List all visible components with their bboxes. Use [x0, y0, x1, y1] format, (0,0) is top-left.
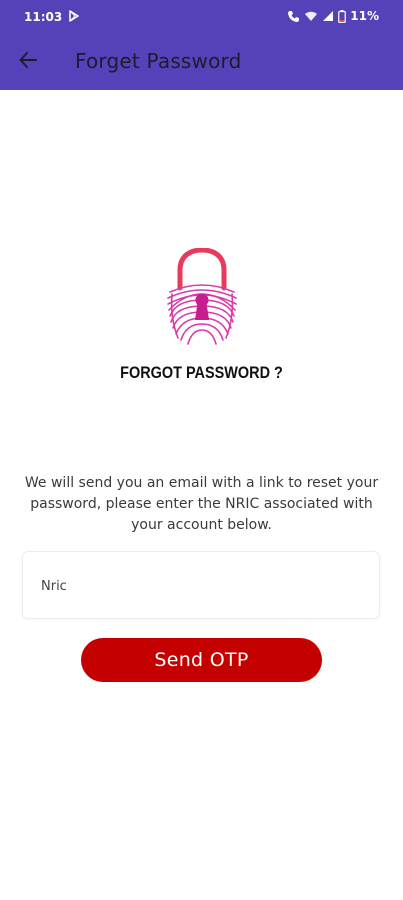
battery-percent: 11%	[350, 9, 379, 23]
back-button[interactable]	[14, 48, 42, 76]
nric-input[interactable]	[41, 574, 361, 598]
battery-icon	[338, 9, 347, 23]
send-otp-button[interactable]: Send OTP	[81, 638, 322, 682]
fingerprint-padlock-icon	[164, 247, 240, 348]
app-bar: Forget Password	[0, 34, 403, 90]
instruction-text: We will send you an email with a link to…	[24, 475, 379, 533]
status-time: 11:03	[24, 10, 63, 24]
page-title: Forget Password	[75, 49, 242, 73]
status-indicators: 11%	[287, 9, 379, 23]
forgot-password-heading: FORGOT PASSWORD ?	[120, 363, 283, 382]
signal-icon	[322, 10, 334, 22]
call-icon	[287, 10, 300, 23]
nric-field-container[interactable]	[22, 551, 380, 619]
wifi-icon	[304, 10, 318, 22]
status-bar: 11:03 11%	[0, 0, 403, 34]
play-store-icon	[68, 10, 80, 22]
arrow-left-icon	[18, 50, 38, 74]
